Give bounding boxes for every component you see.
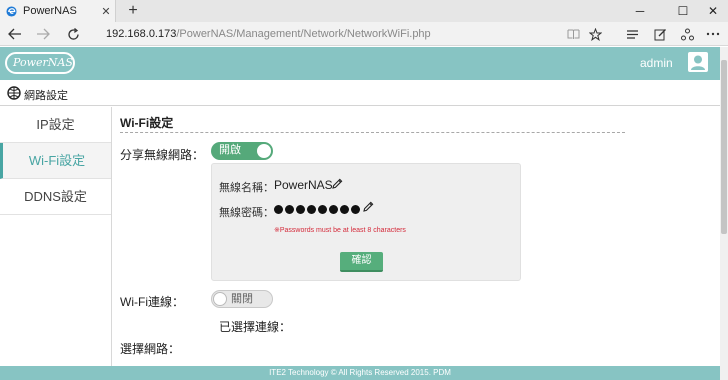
breadcrumb-title: 網路設定 — [24, 90, 68, 102]
sidebar-item-wifi-settings[interactable]: Wi-Fi設定 — [0, 143, 111, 179]
close-window-button[interactable]: ✕ — [698, 0, 728, 22]
section-title: Wi-Fi設定 — [120, 116, 174, 130]
hub-menu-icon[interactable] — [621, 24, 643, 44]
forward-arrow-icon[interactable] — [32, 24, 54, 44]
address-path: /PowerNAS/Management/Network/NetworkWiFi… — [176, 28, 431, 40]
wifi-connection-toggle[interactable]: 關閉 — [211, 290, 273, 308]
browser-tab[interactable]: PowerNAS ✕ — [0, 0, 116, 22]
user-name[interactable]: admin — [640, 56, 673, 70]
wifi-password-dots — [274, 205, 360, 214]
edge-favicon-icon — [6, 5, 17, 17]
close-tab-icon[interactable]: ✕ — [97, 5, 115, 18]
wifi-password-label: 無線密碼： — [219, 207, 274, 219]
wifi-settings-box: 無線名稱： PowerNAS 無線密碼： ※Passwords must be … — [211, 163, 521, 281]
edit-password-pencil-icon[interactable] — [363, 201, 374, 212]
address-bar[interactable]: 192.168.0.173/PowerNAS/Management/Networ… — [96, 24, 560, 44]
user-avatar-icon[interactable] — [688, 52, 708, 72]
breadcrumb: 網路設定 — [0, 80, 720, 106]
settings-sidebar: IP設定 Wi-Fi設定 DDNS設定 — [0, 107, 112, 366]
network-globe-icon — [7, 86, 21, 100]
maximize-button[interactable]: ☐ — [668, 0, 698, 22]
reading-view-icon[interactable] — [562, 24, 584, 44]
page-footer: ITE2 Technology © All Rights Reserved 20… — [0, 366, 720, 380]
password-error-message: ※Passwords must be at least 8 characters — [274, 227, 406, 234]
tab-title: PowerNAS — [23, 5, 77, 17]
share-wifi-toggle-label: 開啟 — [219, 144, 241, 156]
wifi-name-label: 無線名稱： — [219, 182, 274, 194]
share-icon[interactable] — [676, 24, 698, 44]
new-tab-button[interactable]: + — [124, 2, 142, 20]
confirm-button[interactable]: 確認 — [340, 252, 383, 272]
main-content: Wi-Fi設定 分享無線網路： 開啟 無線名稱： PowerNAS 無線密碼： … — [120, 107, 720, 366]
address-host: 192.168.0.173 — [106, 28, 177, 40]
section-divider — [120, 132, 625, 133]
powernas-logo[interactable]: PowerNAS — [5, 52, 75, 74]
share-wifi-toggle[interactable]: 開啟 — [211, 142, 273, 160]
back-arrow-icon[interactable] — [4, 24, 26, 44]
select-network-label: 選擇網路： — [120, 342, 181, 356]
wifi-name-value: PowerNAS — [274, 178, 333, 192]
browser-nav-bar: 192.168.0.173/PowerNAS/Management/Networ… — [0, 22, 728, 46]
toggle-knob — [213, 292, 227, 306]
share-wifi-label: 分享無線網路： — [120, 148, 205, 162]
wifi-connection-label: Wi-Fi連線： — [120, 295, 184, 309]
browser-tab-bar: PowerNAS ✕ + ─ ☐ ✕ — [0, 0, 728, 22]
wifi-connection-toggle-label: 關閉 — [231, 293, 253, 305]
selected-connection-label: 已選擇連線： — [219, 320, 292, 334]
edit-name-pencil-icon[interactable] — [332, 178, 343, 189]
sidebar-item-ddns-settings[interactable]: DDNS設定 — [0, 179, 111, 215]
toggle-knob — [257, 144, 271, 158]
more-menu-icon[interactable] — [702, 24, 724, 44]
web-note-icon[interactable] — [649, 24, 671, 44]
app-header: PowerNAS admin — [0, 47, 720, 80]
refresh-icon[interactable] — [62, 24, 84, 44]
page-scrollbar-thumb[interactable] — [721, 60, 727, 234]
sidebar-item-ip-settings[interactable]: IP設定 — [0, 107, 111, 143]
minimize-button[interactable]: ─ — [625, 0, 655, 22]
favorite-star-icon[interactable] — [584, 24, 606, 44]
